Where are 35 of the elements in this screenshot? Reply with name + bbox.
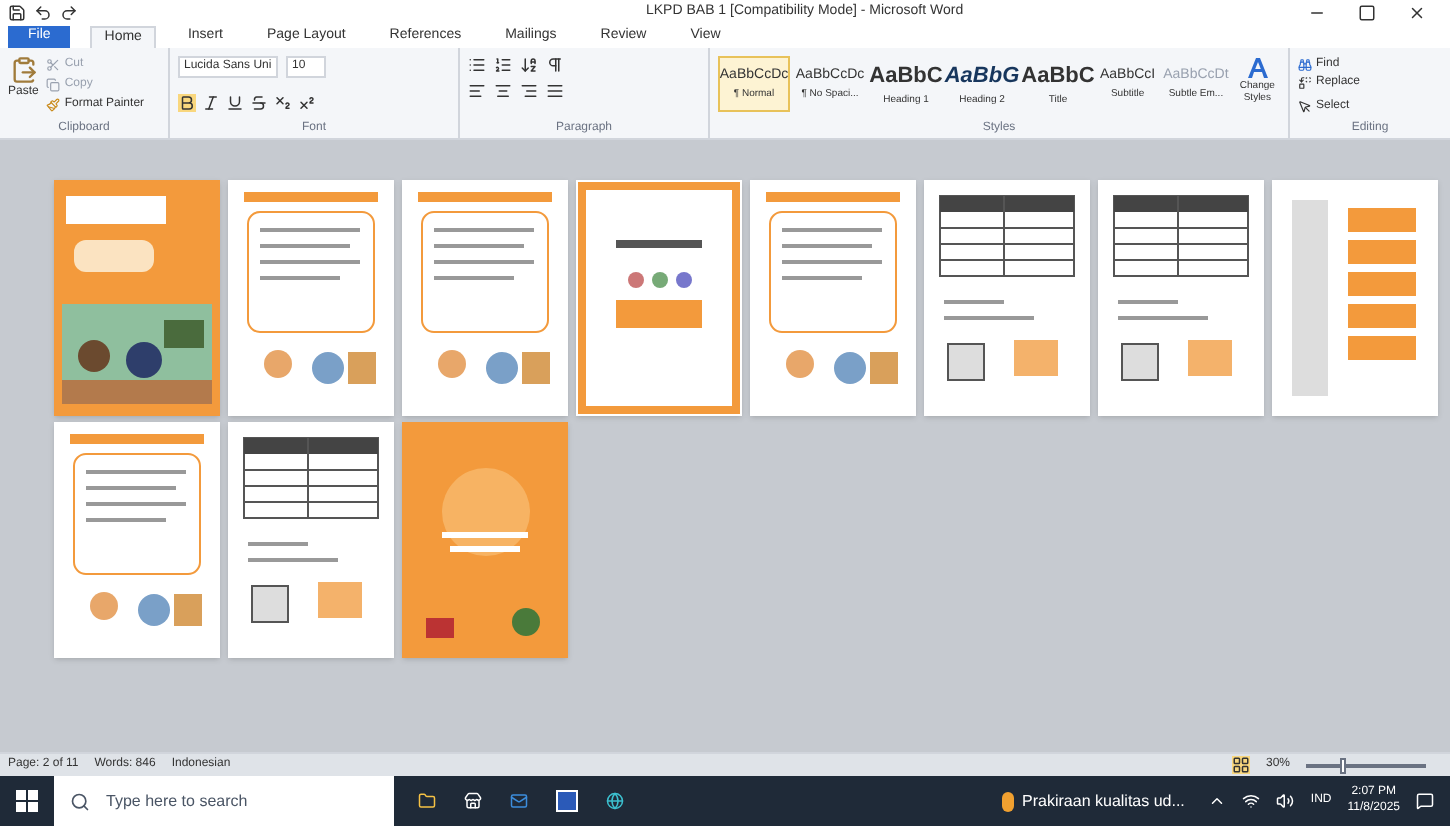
- underline-icon[interactable]: [226, 94, 244, 112]
- copy-icon: [46, 78, 61, 92]
- scissors-icon: [46, 58, 61, 72]
- numbering-icon[interactable]: [494, 56, 512, 74]
- subscript-icon[interactable]: [274, 94, 292, 112]
- italic-icon[interactable]: [202, 94, 220, 112]
- clipboard-icon: [9, 56, 38, 84]
- word-icon[interactable]: [556, 790, 578, 812]
- taskbar-app[interactable]: Prakiraan kualitas ud...: [1002, 789, 1185, 813]
- strikethrough-icon[interactable]: [250, 94, 268, 112]
- mail-icon[interactable]: [510, 792, 528, 810]
- sort-icon[interactable]: [520, 56, 538, 74]
- chevron-up-icon[interactable]: [1208, 792, 1227, 810]
- undo-icon[interactable]: [34, 4, 52, 22]
- paintbrush-icon: [46, 98, 61, 112]
- globe-icon[interactable]: [606, 792, 624, 810]
- binoculars-icon: [1298, 58, 1312, 72]
- folder-icon[interactable]: [418, 792, 436, 810]
- superscript-icon[interactable]: [298, 94, 316, 112]
- styles-icon: [1245, 56, 1270, 80]
- close-icon[interactable]: [1408, 4, 1426, 22]
- save-icon[interactable]: [8, 4, 26, 22]
- pointer-icon: [1298, 99, 1312, 113]
- pilcrow-icon[interactable]: [546, 56, 564, 74]
- view-icon[interactable]: [1231, 756, 1250, 774]
- store-icon[interactable]: [464, 792, 482, 810]
- wifi-icon[interactable]: [1242, 792, 1261, 810]
- volume-icon[interactable]: [1276, 792, 1295, 810]
- notifications-icon[interactable]: [1416, 792, 1434, 810]
- search-field[interactable]: Type here to search: [54, 776, 394, 826]
- bullets-icon[interactable]: [468, 56, 486, 74]
- bold-icon[interactable]: [178, 94, 196, 112]
- search-icon: [70, 791, 90, 811]
- redo-icon[interactable]: [60, 4, 78, 22]
- maximize-icon[interactable]: [1358, 4, 1376, 22]
